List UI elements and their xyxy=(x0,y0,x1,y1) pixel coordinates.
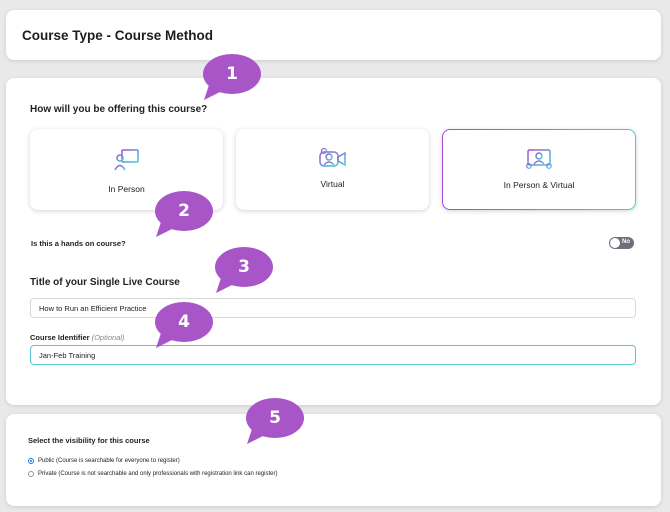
video-call-icon xyxy=(318,147,346,167)
toggle-knob xyxy=(610,238,620,248)
course-method-card: How will you be offering this course? In… xyxy=(6,78,661,405)
callout-number: 3 xyxy=(238,257,250,277)
option-in-person-virtual[interactable]: In Person & Virtual xyxy=(442,129,636,210)
radio-public-label: Public (Course is searchable for everyon… xyxy=(38,458,180,464)
callout-number: 4 xyxy=(178,312,190,332)
course-identifier-value: Jan-Feb Training xyxy=(39,351,96,360)
radio-private[interactable] xyxy=(28,471,34,477)
in-person-virtual-icon xyxy=(525,149,553,172)
callout-1: 1 xyxy=(202,54,262,102)
callout-number: 5 xyxy=(269,408,281,428)
option-in-person-virtual-label: In Person & Virtual xyxy=(503,180,575,190)
presenter-icon xyxy=(113,149,139,171)
callout-4: 4 xyxy=(154,302,214,350)
optional-hint: (Optional) xyxy=(91,333,125,342)
callout-number: 1 xyxy=(226,64,238,84)
page-title: Course Type - Course Method xyxy=(22,28,214,43)
visibility-card: Select the visibility for this course Pu… xyxy=(6,414,661,506)
hands-on-label: Is this a hands on course? xyxy=(31,239,126,248)
radio-private-label: Private (Course is not searchable and on… xyxy=(38,471,278,477)
course-title-value: How to Run an Efficient Practice xyxy=(39,304,147,313)
course-title-input[interactable]: How to Run an Efficient Practice xyxy=(30,298,636,318)
callout-5: 5 xyxy=(245,398,305,446)
option-virtual-label: Virtual xyxy=(320,179,345,189)
page-header-card: Course Type - Course Method xyxy=(6,10,661,60)
course-identifier-label: Course Identifier (Optional) xyxy=(30,333,125,342)
hands-on-toggle[interactable]: No xyxy=(609,237,634,249)
callout-3: 3 xyxy=(214,247,274,295)
course-identifier-label-text: Course Identifier xyxy=(30,333,90,342)
visibility-public-option[interactable]: Public (Course is searchable for everyon… xyxy=(28,458,180,464)
visibility-title: Select the visibility for this course xyxy=(28,436,150,445)
toggle-text: No xyxy=(622,238,630,245)
option-virtual[interactable]: Virtual xyxy=(236,129,429,210)
callout-number: 2 xyxy=(178,201,190,221)
radio-public[interactable] xyxy=(28,458,34,464)
course-identifier-input[interactable]: Jan-Feb Training xyxy=(30,345,636,365)
callout-2: 2 xyxy=(154,191,214,239)
offering-question: How will you be offering this course? xyxy=(30,104,208,115)
course-title-heading: Title of your Single Live Course xyxy=(30,277,180,288)
visibility-private-option[interactable]: Private (Course is not searchable and on… xyxy=(28,471,277,477)
